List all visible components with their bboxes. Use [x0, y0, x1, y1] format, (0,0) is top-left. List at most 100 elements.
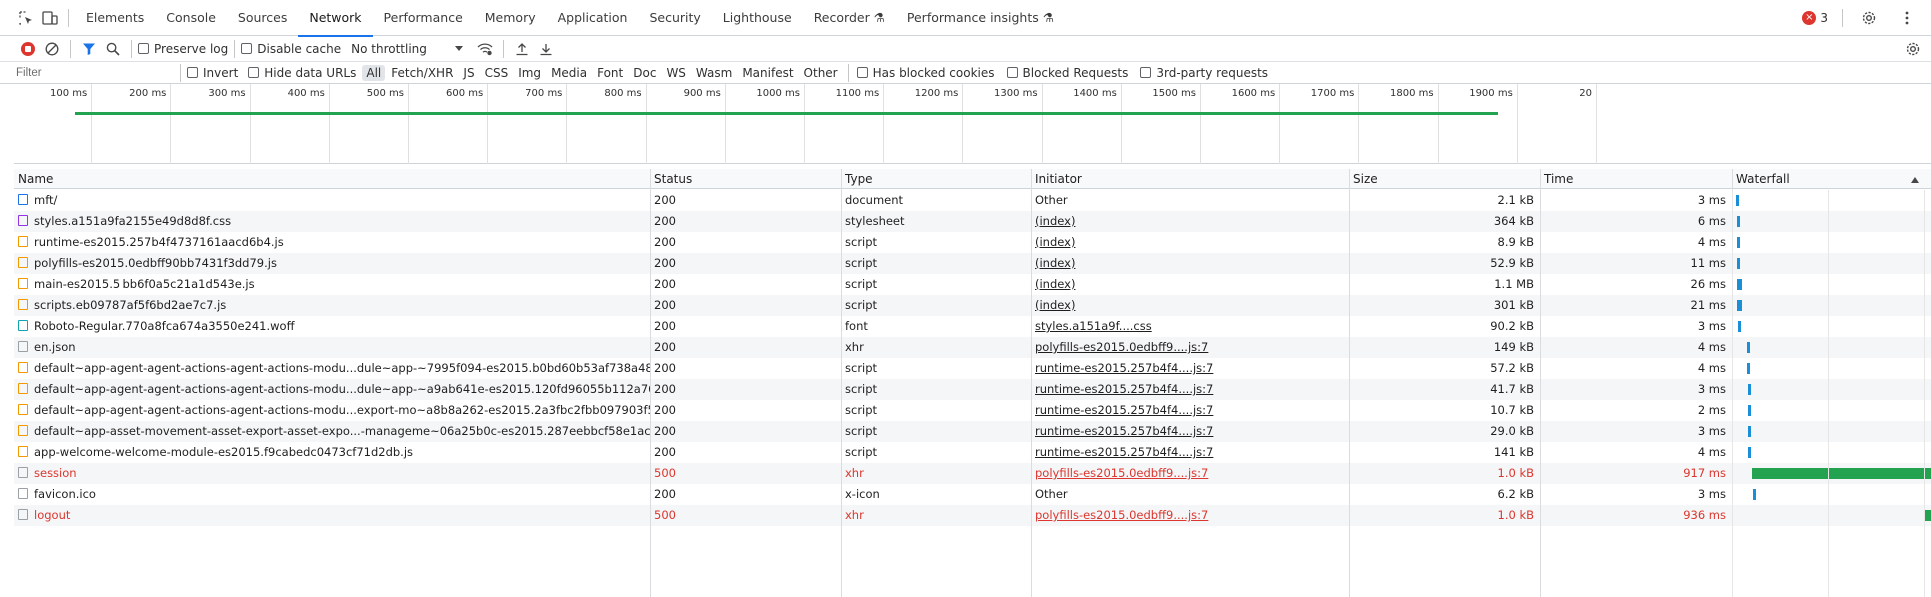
third-party-requests-checkbox[interactable]: 3rd-party requests: [1140, 66, 1268, 80]
type-filter-font[interactable]: Font: [593, 65, 627, 81]
stop-recording-icon[interactable]: [16, 37, 40, 61]
request-name[interactable]: en.json: [14, 337, 650, 358]
request-name[interactable]: mft/: [14, 190, 650, 211]
initiator[interactable]: runtime-es2015.257b4f4....js:7: [1031, 421, 1349, 442]
column-divider[interactable]: [1540, 169, 1541, 597]
initiator[interactable]: (index): [1031, 253, 1349, 274]
column-divider[interactable]: [841, 169, 842, 597]
error-count-badge[interactable]: × 3: [1802, 11, 1828, 25]
has-blocked-cookies-checkbox[interactable]: Has blocked cookies: [856, 66, 995, 80]
initiator[interactable]: runtime-es2015.257b4f4....js:7: [1031, 400, 1349, 421]
initiator[interactable]: (index): [1031, 211, 1349, 232]
column-divider[interactable]: [1349, 169, 1350, 597]
initiator[interactable]: runtime-es2015.257b4f4....js:7: [1031, 358, 1349, 379]
tab-console[interactable]: Console: [155, 0, 227, 36]
clear-icon[interactable]: [40, 37, 64, 61]
import-har-icon[interactable]: [510, 37, 534, 61]
type-filter-js[interactable]: JS: [459, 65, 478, 81]
network-settings-gear-icon[interactable]: [1901, 37, 1925, 61]
tab-recorder[interactable]: Recorder ⚗: [803, 0, 896, 36]
column-header-size[interactable]: Size: [1349, 169, 1540, 189]
tab-elements[interactable]: Elements: [75, 0, 155, 36]
table-row[interactable]: logout 500 xhr polyfills-es2015.0edbff9....…: [14, 505, 1931, 526]
initiator[interactable]: polyfills-es2015.0edbff9....js:7: [1031, 337, 1349, 358]
column-header-time[interactable]: Time: [1540, 169, 1732, 189]
initiator[interactable]: polyfills-es2015.0edbff9....js:7: [1031, 463, 1349, 484]
table-row[interactable]: favicon.ico 200 x-icon Other 6.2 kB 3 ms: [14, 484, 1931, 505]
type-filter-wasm[interactable]: Wasm: [692, 65, 736, 81]
column-header-initiator[interactable]: Initiator: [1031, 169, 1349, 189]
request-name[interactable]: session: [14, 463, 650, 484]
blocked-requests-checkbox[interactable]: Blocked Requests: [1006, 66, 1128, 80]
sort-ascending-icon[interactable]: [1911, 172, 1919, 186]
request-name[interactable]: polyfills-es2015.0edbff90bb7431f3dd79.js: [14, 253, 650, 274]
request-name[interactable]: Roboto-Regular.770a8fca674a3550e241.woff: [14, 316, 650, 337]
table-row[interactable]: default~app-agent-agent-actions-agent-ac…: [14, 379, 1931, 400]
request-name[interactable]: favicon.ico: [14, 484, 650, 505]
type-filter-doc[interactable]: Doc: [629, 65, 660, 81]
column-header-waterfall[interactable]: Waterfall: [1732, 169, 1931, 189]
disable-cache-checkbox[interactable]: Disable cache: [241, 42, 341, 56]
table-row[interactable]: default~app-agent-agent-actions-agent-ac…: [14, 358, 1931, 379]
table-row[interactable]: app-welcome-welcome-module-es2015.f9cabe…: [14, 442, 1931, 463]
type-filter-ws[interactable]: WS: [662, 65, 689, 81]
tab-application[interactable]: Application: [547, 0, 639, 36]
table-row[interactable]: session 500 xhr polyfills-es2015.0edbff9...…: [14, 463, 1931, 484]
request-name[interactable]: scripts.eb09787af5f6bd2ae7c7.js: [14, 295, 650, 316]
tab-performance[interactable]: Performance: [373, 0, 474, 36]
type-filter-fetch-xhr[interactable]: Fetch/XHR: [387, 65, 457, 81]
tab-security[interactable]: Security: [638, 0, 711, 36]
table-row[interactable]: scripts.eb09787af5f6bd2ae7c7.js 200 script…: [14, 295, 1931, 316]
column-divider[interactable]: [650, 169, 651, 597]
more-options-icon[interactable]: [1895, 6, 1919, 30]
request-name[interactable]: logout: [14, 505, 650, 526]
request-name[interactable]: default~app-agent-agent-actions-agent-ac…: [14, 400, 650, 421]
type-filter-all[interactable]: All: [362, 64, 386, 81]
filter-funnel-icon[interactable]: [77, 37, 101, 61]
initiator[interactable]: runtime-es2015.257b4f4....js:7: [1031, 442, 1349, 463]
type-filter-media[interactable]: Media: [547, 65, 591, 81]
initiator[interactable]: polyfills-es2015.0edbff9....js:7: [1031, 505, 1349, 526]
request-name[interactable]: default~app-asset-movement-asset-export-…: [14, 421, 650, 442]
table-row[interactable]: default~app-agent-agent-actions-agent-ac…: [14, 400, 1931, 421]
export-har-icon[interactable]: [534, 37, 558, 61]
tab-sources[interactable]: Sources: [227, 0, 298, 36]
request-name[interactable]: main-es2015.5 bb6f0a5c21a1d543e.js: [14, 274, 650, 295]
column-header-type[interactable]: Type: [841, 169, 1031, 189]
initiator[interactable]: (index): [1031, 232, 1349, 253]
table-row[interactable]: Roboto-Regular.770a8fca674a3550e241.woff…: [14, 316, 1931, 337]
tab-network[interactable]: Network: [298, 0, 373, 37]
column-header-status[interactable]: Status: [650, 169, 841, 189]
settings-gear-icon[interactable]: [1857, 6, 1881, 30]
device-toolbar-icon[interactable]: [38, 6, 62, 30]
tab-lighthouse[interactable]: Lighthouse: [712, 0, 803, 36]
search-icon[interactable]: [101, 37, 125, 61]
request-name[interactable]: runtime-es2015.257b4f4737161aacd6b4.js: [14, 232, 650, 253]
table-row[interactable]: runtime-es2015.257b4f4737161aacd6b4.js 20…: [14, 232, 1931, 253]
hide-data-urls-checkbox[interactable]: Hide data URLs: [248, 66, 356, 80]
initiator[interactable]: styles.a151a9f....css: [1031, 316, 1349, 337]
inspect-element-icon[interactable]: [14, 6, 38, 30]
table-row[interactable]: polyfills-es2015.0edbff90bb7431f3dd79.js…: [14, 253, 1931, 274]
table-row[interactable]: mft/200 document Other 2.1 kB 3 ms: [14, 190, 1931, 211]
table-row[interactable]: styles.a151a9fa2155e49d8d8f.css 200 styles…: [14, 211, 1931, 232]
initiator[interactable]: (index): [1031, 274, 1349, 295]
tab-performance-insights[interactable]: Performance insights ⚗: [896, 0, 1065, 36]
type-filter-img[interactable]: Img: [514, 65, 545, 81]
table-row[interactable]: default~app-asset-movement-asset-export-…: [14, 421, 1931, 442]
timeline-overview[interactable]: 100 ms 200 ms 300 ms 400 ms 500 ms 600 ms 700 …: [14, 84, 1931, 164]
initiator[interactable]: (index): [1031, 295, 1349, 316]
initiator[interactable]: runtime-es2015.257b4f4....js:7: [1031, 379, 1349, 400]
request-name[interactable]: app-welcome-welcome-module-es2015.f9cabe…: [14, 442, 650, 463]
type-filter-other[interactable]: Other: [800, 65, 842, 81]
column-header-name[interactable]: Name: [14, 169, 650, 189]
invert-checkbox[interactable]: Invert: [187, 66, 238, 80]
request-name[interactable]: default~app-agent-agent-actions-agent-ac…: [14, 379, 650, 400]
tab-memory[interactable]: Memory: [474, 0, 547, 36]
filter-input[interactable]: Filter: [10, 63, 178, 83]
type-filter-manifest[interactable]: Manifest: [738, 65, 797, 81]
type-filter-css[interactable]: CSS: [481, 65, 513, 81]
preserve-log-checkbox[interactable]: Preserve log: [138, 42, 228, 56]
throttling-select[interactable]: No throttling: [351, 42, 463, 56]
request-name[interactable]: styles.a151a9fa2155e49d8d8f.css: [14, 211, 650, 232]
